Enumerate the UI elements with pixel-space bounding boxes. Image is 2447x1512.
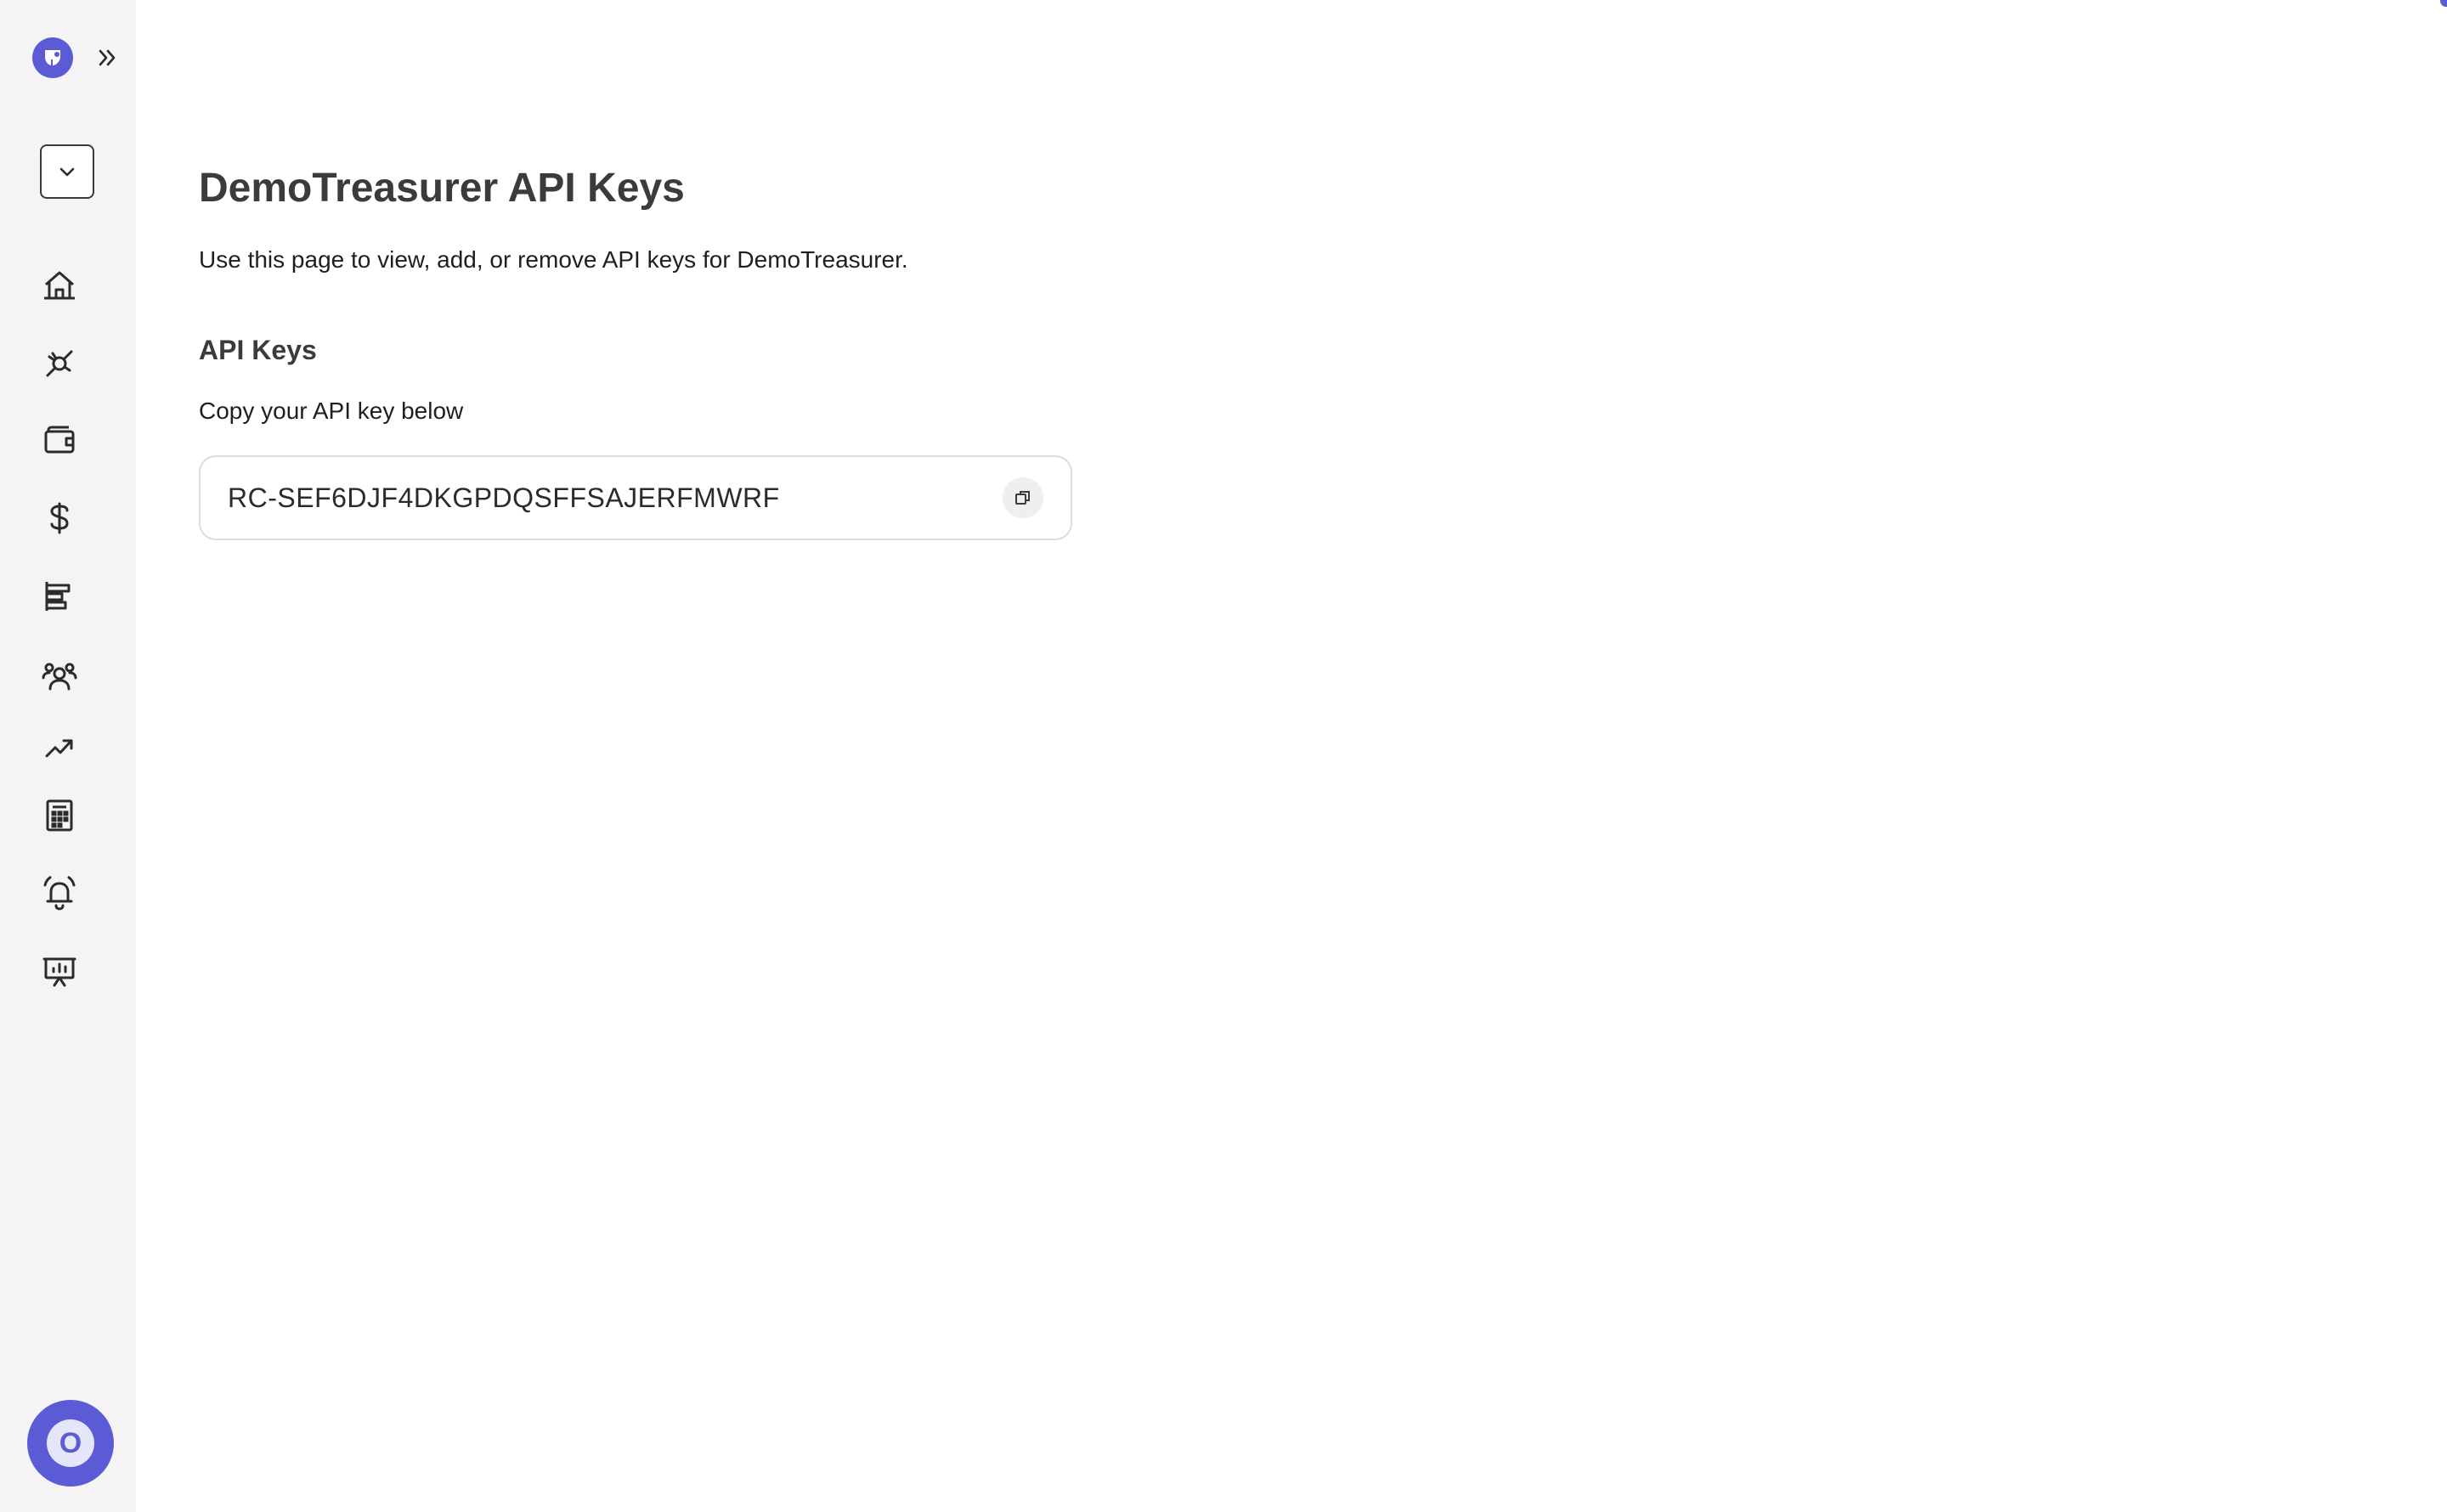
copy-api-key-button[interactable] — [1003, 477, 1043, 518]
wallet-icon — [44, 426, 75, 454]
sidebar-item-trends[interactable] — [37, 725, 82, 770]
sidebar-item-calculator[interactable] — [37, 793, 82, 838]
presentation-chart-icon — [42, 957, 76, 987]
sidebar-item-customers[interactable] — [37, 654, 82, 698]
section-title: API Keys — [199, 335, 317, 365]
plug-icon — [46, 350, 73, 377]
corner-indicator — [2440, 0, 2447, 7]
sidebar-item-wallet[interactable] — [37, 418, 82, 462]
sidebar-item-integrations[interactable] — [37, 341, 82, 386]
logo-icon[interactable] — [32, 37, 73, 78]
chevron-down-icon — [59, 167, 75, 177]
trending-up-icon — [45, 739, 73, 758]
page-description: Use this page to view, add, or remove AP… — [199, 246, 908, 273]
users-icon — [42, 663, 77, 691]
bar-align-icon — [45, 582, 71, 611]
avatar-initial: O — [47, 1419, 94, 1467]
sidebar-item-payments[interactable] — [37, 496, 82, 540]
sidebar-item-home[interactable] — [37, 263, 82, 307]
dollar-icon — [50, 502, 69, 534]
copy-icon — [1015, 491, 1030, 505]
user-avatar-button[interactable]: O — [27, 1400, 114, 1487]
app-root: O DemoTreasurer API Keys Use this page t… — [0, 0, 2447, 1512]
api-key-field[interactable]: RC-SEF6DJF4DKGPDQSFFSAJERFMWRF — [199, 455, 1072, 540]
page-title: DemoTreasurer API Keys — [199, 166, 685, 211]
sidebar: O — [0, 0, 136, 1512]
sidebar-item-alerts[interactable] — [37, 872, 82, 916]
sidebar-item-presentation[interactable] — [37, 950, 82, 994]
home-icon — [44, 271, 75, 300]
api-key-value[interactable]: RC-SEF6DJF4DKGPDQSFFSAJERFMWRF — [228, 482, 1003, 514]
double-chevron-right-icon[interactable] — [92, 42, 122, 73]
sidebar-item-reports[interactable] — [37, 574, 82, 618]
org-dropdown-button[interactable] — [40, 144, 94, 199]
section-subtitle: Copy your API key below — [199, 398, 464, 424]
alarm-bell-icon — [43, 876, 76, 911]
calculator-icon — [46, 799, 73, 832]
